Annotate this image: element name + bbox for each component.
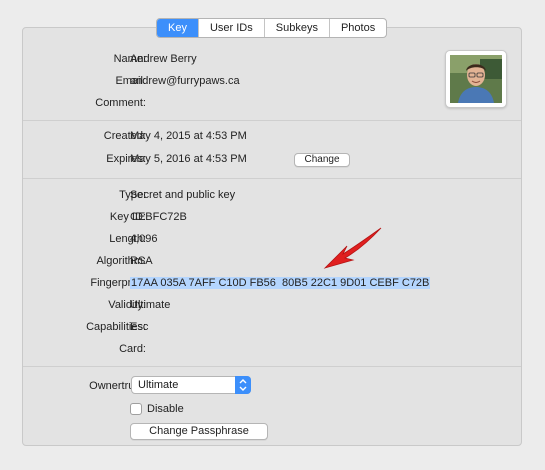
chevron-updown-icon	[235, 376, 251, 394]
created-label: Created:	[103, 130, 146, 142]
capabilities-value: Esc	[130, 321, 149, 333]
name-value: Andrew Berry	[130, 53, 197, 65]
ownertrust-selected-value: Ultimate	[138, 379, 179, 391]
capabilities-label: Capabilities:	[86, 321, 146, 333]
tab-key[interactable]: Key	[157, 19, 198, 37]
tab-bar: Key User IDs Subkeys Photos	[156, 18, 388, 38]
algorithm-value: RSA	[130, 255, 153, 267]
card-label: Card:	[119, 343, 146, 355]
algorithm-label: Algorithm:	[96, 255, 146, 267]
separator	[23, 366, 521, 367]
ownertrust-select[interactable]: Ultimate	[131, 376, 251, 394]
fingerprint-label: Fingerprint:	[90, 277, 146, 289]
length-value: 4,096	[130, 233, 158, 245]
key-id-label: Key ID:	[109, 211, 146, 223]
tab-subkeys[interactable]: Subkeys	[263, 19, 329, 37]
user-photo-image	[450, 55, 502, 103]
name-label: Name:	[113, 53, 146, 65]
disable-checkbox[interactable]	[130, 403, 142, 415]
expires-value: May 5, 2016 at 4:53 PM	[130, 153, 247, 165]
validity-value: Ultimate	[130, 299, 171, 311]
ownertrust-label: Ownertrust:	[89, 380, 146, 392]
key-id-value: CEBFC72B	[130, 211, 187, 223]
validity-label: Validity:	[108, 299, 146, 311]
change-expiration-button[interactable]: Change	[294, 153, 350, 167]
type-label: Type:	[119, 189, 146, 201]
expires-label: Expires:	[106, 153, 146, 165]
disable-label: Disable	[147, 403, 184, 415]
change-passphrase-button[interactable]: Change Passphrase	[130, 423, 268, 440]
created-value: May 4, 2015 at 4:53 PM	[130, 130, 247, 142]
comment-label: Comment:	[95, 97, 146, 109]
type-value: Secret and public key	[130, 189, 236, 201]
email-label: Email:	[115, 75, 146, 87]
email-value: andrew@furrypaws.ca	[130, 75, 240, 87]
user-photo[interactable]	[445, 50, 507, 108]
fingerprint-value[interactable]: 17AA 035A 7AFF C10D FB56 80B5 22C1 9D01 …	[130, 277, 431, 289]
length-label: Length:	[109, 233, 146, 245]
key-details-panel: Name: Andrew Berry Email: andrew@furrypa…	[22, 27, 522, 446]
tab-user-ids[interactable]: User IDs	[197, 19, 264, 37]
red-arrow-icon	[323, 227, 382, 269]
separator	[23, 178, 521, 179]
separator	[23, 120, 521, 121]
tab-photos[interactable]: Photos	[328, 19, 386, 37]
